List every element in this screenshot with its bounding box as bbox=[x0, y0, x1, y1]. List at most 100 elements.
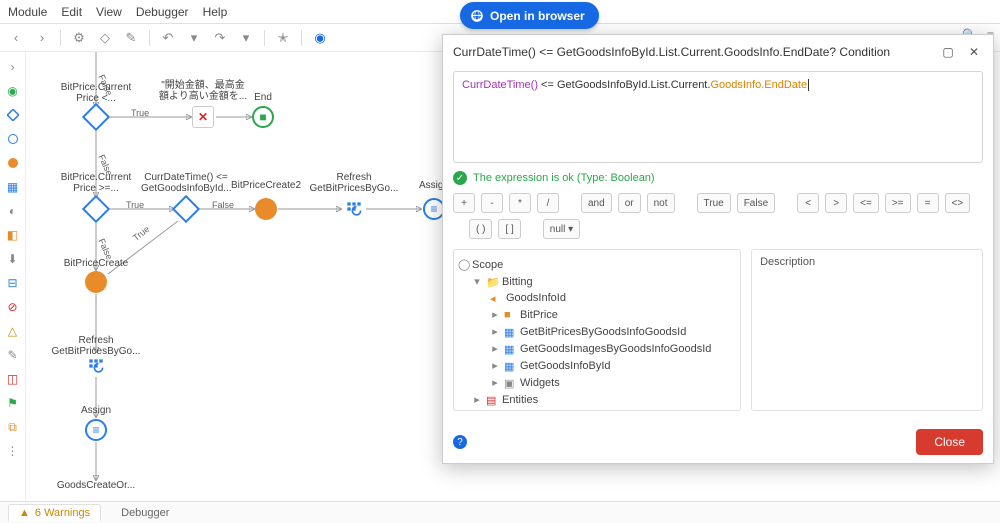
more-vert-icon[interactable]: ⋮ bbox=[6, 444, 20, 458]
circle-orange-icon[interactable] bbox=[6, 156, 20, 170]
redo-icon[interactable]: ↷ bbox=[210, 28, 230, 48]
tree-item-5[interactable]: Widgets bbox=[520, 377, 560, 389]
expression-textarea[interactable]: CurrDateTime() <= GetGoodsInfoById.List.… bbox=[453, 71, 983, 163]
nav-fwd-icon[interactable]: › bbox=[32, 28, 52, 48]
halt-icon[interactable]: ⊘ bbox=[6, 300, 20, 314]
circle-blue-icon[interactable] bbox=[6, 132, 20, 146]
warnings-label: 6 Warnings bbox=[35, 507, 90, 519]
pencil-icon[interactable]: ✎ bbox=[6, 348, 20, 362]
tree-expand-root[interactable]: ▾ bbox=[472, 275, 482, 288]
op-parens[interactable]: ( ) bbox=[469, 219, 492, 239]
decision2-right-label: CurrDateTime() <= GetGoodsInfoById... bbox=[141, 172, 231, 194]
op-lte[interactable]: <= bbox=[853, 193, 879, 213]
warning-icon[interactable]: △ bbox=[6, 324, 20, 338]
gear-icon[interactable]: ⚙ bbox=[69, 28, 89, 48]
help-icon-footer[interactable]: ? bbox=[453, 435, 467, 449]
assign2-label: Assign bbox=[51, 405, 141, 416]
help-icon[interactable]: ◉ bbox=[310, 28, 330, 48]
dialog-title: CurrDateTime() <= GetGoodsInfoById.List.… bbox=[453, 45, 931, 59]
open-in-browser-button[interactable]: Open in browser bbox=[460, 2, 599, 29]
structure-icon[interactable]: ◇ bbox=[95, 28, 115, 48]
decision1-node[interactable] bbox=[82, 103, 110, 131]
tree-item-0[interactable]: GoodsInfoId bbox=[506, 292, 566, 304]
tree-item-1[interactable]: BitPrice bbox=[520, 309, 558, 321]
scope-panel[interactable]: ◯Scope ▾📁Bitting ◂GoodsInfoId ▸■BitPrice… bbox=[453, 249, 741, 411]
refresh1-label: Refresh GetBitPricesByGo... bbox=[309, 172, 399, 194]
op-or[interactable]: or bbox=[618, 193, 641, 213]
db-icon[interactable]: ⊟ bbox=[6, 276, 20, 290]
create1-node[interactable] bbox=[85, 271, 107, 293]
download-icon[interactable]: ⬇ bbox=[6, 252, 20, 266]
toggle-icon[interactable]: ◐ bbox=[6, 204, 20, 218]
expression-editor-dialog: CurrDateTime() <= GetGoodsInfoById.List.… bbox=[442, 34, 994, 464]
rail-chevron-icon[interactable]: › bbox=[6, 60, 20, 74]
decision2-left-node[interactable] bbox=[82, 195, 110, 223]
box-icon[interactable]: ◧ bbox=[6, 228, 20, 242]
goods-create-label: GoodsCreateOr... bbox=[51, 480, 141, 491]
tree-item-2[interactable]: GetBitPricesByGoodsInfoGoodsId bbox=[520, 326, 686, 338]
brush-icon[interactable]: ✎ bbox=[121, 28, 141, 48]
refresh1-node[interactable] bbox=[343, 198, 365, 220]
debugger-tab[interactable]: Debugger bbox=[111, 505, 179, 521]
play-icon[interactable]: ◉ bbox=[6, 84, 20, 98]
scope-label: Scope bbox=[472, 259, 503, 271]
refresh2-node[interactable] bbox=[85, 355, 107, 377]
error-raise-node[interactable]: ✕ bbox=[192, 106, 214, 128]
status-ok-icon: ✓ bbox=[453, 171, 467, 185]
aggregate-icon: ▦ bbox=[504, 326, 516, 338]
assign2-node[interactable]: ≡ bbox=[85, 419, 107, 441]
menu-edit[interactable]: Edit bbox=[61, 5, 82, 19]
op-lt[interactable]: < bbox=[797, 193, 819, 213]
decision1-label: BitPrice.Current Price <... bbox=[51, 82, 141, 104]
grid-icon[interactable]: ▦ bbox=[6, 180, 20, 194]
chevron-down-2[interactable]: ▾ bbox=[236, 28, 256, 48]
menu-help[interactable]: Help bbox=[203, 5, 228, 19]
op-eq[interactable]: = bbox=[917, 193, 939, 213]
tree-item-3[interactable]: GetGoodsImagesByGoodsInfoGoodsId bbox=[520, 343, 711, 355]
chevron-down-1[interactable]: ▾ bbox=[184, 28, 204, 48]
tree-root[interactable]: Bitting bbox=[502, 276, 533, 288]
flag-icon[interactable]: ⚑ bbox=[6, 396, 20, 410]
op-gt[interactable]: > bbox=[825, 193, 847, 213]
scope-toggle[interactable]: ◯ bbox=[458, 258, 468, 271]
menu-debugger[interactable]: Debugger bbox=[136, 5, 189, 19]
close-button[interactable]: Close bbox=[916, 429, 983, 455]
op-and[interactable]: and bbox=[581, 193, 612, 213]
end-node[interactable]: ■ bbox=[252, 106, 274, 128]
op-null[interactable]: null ▾ bbox=[543, 219, 580, 239]
op-true[interactable]: True bbox=[697, 193, 731, 213]
note-icon[interactable]: ◫ bbox=[6, 372, 20, 386]
edge-true-1: True bbox=[131, 108, 149, 118]
expr-path: GoodsInfo.EndDate bbox=[710, 79, 807, 91]
maximize-icon[interactable]: ▢ bbox=[939, 43, 957, 61]
create1-label: BitPriceCreate bbox=[51, 258, 141, 269]
close-icon[interactable]: ✕ bbox=[965, 43, 983, 61]
op-not[interactable]: not bbox=[647, 193, 675, 213]
op-minus[interactable]: - bbox=[481, 193, 503, 213]
undo-icon[interactable]: ↶ bbox=[158, 28, 178, 48]
edge-false-3: False bbox=[212, 200, 234, 210]
tree-item-4[interactable]: GetGoodsInfoById bbox=[520, 360, 611, 372]
expr-fn: CurrDateTime() bbox=[462, 79, 538, 91]
op-div[interactable]: / bbox=[537, 193, 559, 213]
op-gte[interactable]: >= bbox=[885, 193, 911, 213]
nav-back-icon[interactable]: ‹ bbox=[6, 28, 26, 48]
menu-view[interactable]: View bbox=[96, 5, 122, 19]
aggregate-icon: ▦ bbox=[504, 343, 516, 355]
menu-module[interactable]: Module bbox=[8, 5, 47, 19]
op-brackets[interactable]: [ ] bbox=[498, 219, 520, 239]
tree-entities[interactable]: Entities bbox=[502, 394, 538, 406]
op-plus[interactable]: + bbox=[453, 193, 475, 213]
op-mult[interactable]: * bbox=[509, 193, 531, 213]
decision2-right-node[interactable] bbox=[172, 195, 200, 223]
operator-row: + - * / and or not True False < > <= >= … bbox=[453, 193, 983, 239]
op-neq[interactable]: <> bbox=[945, 193, 971, 213]
warnings-tab[interactable]: ▲ 6 Warnings bbox=[8, 504, 101, 521]
diamond-icon[interactable] bbox=[6, 108, 20, 122]
star-icon[interactable]: ⧉ bbox=[6, 420, 20, 434]
op-false[interactable]: False bbox=[737, 193, 775, 213]
tree-client[interactable]: Client bbox=[502, 411, 530, 412]
create2-node[interactable] bbox=[255, 198, 277, 220]
comment-icon[interactable]: ✭ bbox=[273, 28, 293, 48]
description-panel: Description bbox=[751, 249, 983, 411]
